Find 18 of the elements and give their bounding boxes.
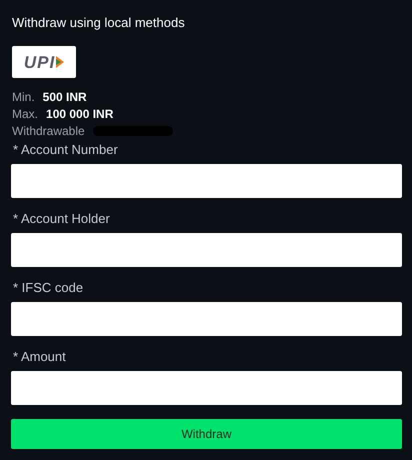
page-title: Withdraw using local methods: [11, 14, 186, 32]
field-label: * Account Holder: [12, 210, 111, 227]
withdrawable-label: Withdrawable: [12, 124, 85, 138]
field-label: * IFSC code: [12, 279, 84, 296]
upi-logo[interactable]: UPI: [12, 46, 76, 78]
input-field[interactable]: [11, 164, 402, 198]
limit-value: 100 000 INR: [46, 106, 114, 120]
input-field[interactable]: [11, 302, 402, 336]
input-field[interactable]: [11, 371, 402, 405]
limit-label: Max.: [12, 106, 38, 120]
field-label: * Amount: [12, 348, 67, 365]
logo-text: UPI: [24, 54, 56, 70]
field-label: * Account Number: [12, 141, 119, 158]
limit-label: Min.: [12, 90, 35, 104]
withdraw-button[interactable]: Withdraw: [11, 419, 402, 449]
arrow-icon: [56, 56, 64, 68]
limit-value: 500 INR: [42, 90, 87, 104]
input-field[interactable]: [11, 233, 402, 267]
